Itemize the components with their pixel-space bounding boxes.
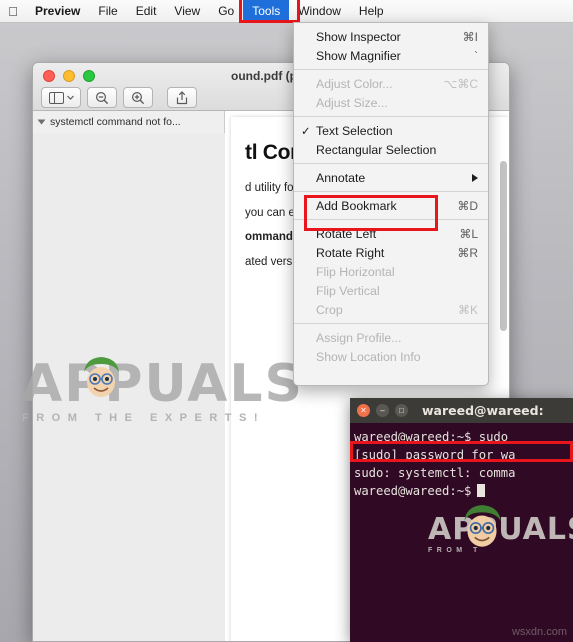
menu-item-show-magnifier[interactable]: Show Magnifier ` [294, 46, 488, 65]
zoom-out-button[interactable] [87, 87, 117, 108]
terminal-line-1: wareed@wareed:~$ sudo [354, 430, 509, 444]
terminal-line-4: wareed@wareed:~$ [354, 482, 573, 500]
menu-item-text-selection[interactable]: ✓ Text Selection [294, 121, 488, 140]
terminal-close-icon[interactable]: ✕ [357, 404, 370, 417]
submenu-arrow-icon [472, 173, 478, 182]
menu-item-label: Flip Horizontal [316, 264, 395, 279]
terminal-minimize-icon[interactable]: – [376, 404, 389, 417]
menu-edit[interactable]: Edit [127, 0, 166, 23]
menu-item-label: Flip Vertical [316, 283, 380, 298]
preview-sidebar: systemctl command not fo... Appuals.com [33, 111, 225, 133]
menu-separator [294, 163, 488, 164]
zoom-out-icon [95, 91, 109, 104]
menu-separator [294, 69, 488, 70]
terminal-window: ✕ – □ wareed@wareed: wareed@wareed:~$ su… [350, 398, 573, 642]
tools-dropdown-menu: Show Inspector ⌘I Show Magnifier ` Adjus… [293, 22, 489, 386]
terminal-mascot-icon [464, 505, 501, 547]
menu-item-label: Show Magnifier [316, 48, 401, 63]
terminal-prompt: wareed@wareed:~$ [354, 484, 472, 498]
terminal-title: wareed@wareed: [422, 403, 544, 418]
share-icon [176, 90, 188, 104]
screenshot-root:  Preview File Edit View Go Tools Window… [0, 0, 573, 642]
menu-item-crop: Crop ⌘K [294, 300, 488, 319]
menu-item-shortcut: ⌘L [459, 226, 478, 241]
menu-item-label: Annotate [316, 170, 366, 185]
menu-item-flip-vertical: Flip Vertical [294, 281, 488, 300]
menu-item-rotate-right[interactable]: Rotate Right ⌘R [294, 243, 488, 262]
terminal-cursor [477, 484, 486, 497]
menu-item-label: Rotate Right [316, 245, 385, 260]
chevron-down-icon [66, 95, 74, 100]
menu-item-assign-profile: Assign Profile... [294, 328, 488, 347]
preview-toolbar [41, 87, 197, 108]
sidebar-icon [48, 91, 64, 104]
menu-item-add-bookmark[interactable]: Add Bookmark ⌘D [294, 196, 488, 215]
menu-item-shortcut: ⌘R [457, 245, 478, 260]
menu-item-flip-horizontal: Flip Horizontal [294, 262, 488, 281]
menu-preview[interactable]: Preview [26, 0, 89, 23]
menu-item-label: Add Bookmark [316, 198, 397, 213]
sidebar-document-name: systemctl command not fo... [50, 116, 181, 128]
menu-item-shortcut: ⌘K [457, 302, 478, 317]
menu-window[interactable]: Window [289, 0, 350, 23]
menu-item-label: Show Location Info [316, 349, 421, 364]
terminal-maximize-icon[interactable]: □ [395, 404, 408, 417]
menu-item-shortcut: ⌘I [462, 29, 478, 44]
menu-item-shortcut: ⌘D [457, 198, 478, 213]
apple-menu-icon[interactable]:  [0, 4, 26, 19]
menu-separator [294, 323, 488, 324]
menu-item-label: Rotate Left [316, 226, 377, 241]
menu-view[interactable]: View [165, 0, 209, 23]
menu-help[interactable]: Help [350, 0, 393, 23]
document-scrollbar[interactable] [500, 161, 507, 331]
menu-item-label: Show Inspector [316, 29, 401, 44]
site-watermark: wsxdn.com [511, 626, 567, 638]
menu-item-adjust-color: Adjust Color... ⌥⌘C [294, 74, 488, 93]
terminal-title-bar[interactable]: ✕ – □ wareed@wareed: [350, 398, 573, 423]
menu-go[interactable]: Go [209, 0, 243, 23]
terminal-output[interactable]: wareed@wareed:~$ sudo [sudo] password fo… [350, 423, 573, 500]
menu-separator [294, 191, 488, 192]
zoom-in-button[interactable] [123, 87, 153, 108]
terminal-line-2: [sudo] password for wa [354, 448, 516, 462]
menu-separator [294, 116, 488, 117]
zoom-in-icon [131, 91, 145, 104]
menu-tools-wrapper: Tools [239, 0, 301, 23]
menu-item-label: Crop [316, 302, 343, 317]
sidebar-header[interactable]: systemctl command not fo... [33, 111, 224, 133]
menu-item-show-location-info: Show Location Info [294, 347, 488, 366]
menu-item-label: Text Selection [316, 123, 393, 138]
menu-tools[interactable]: Tools [243, 0, 290, 23]
disclosure-triangle-icon[interactable] [37, 119, 46, 125]
menu-item-label: Rectangular Selection [316, 142, 437, 157]
sidebar-view-button[interactable] [41, 87, 81, 108]
menu-item-show-inspector[interactable]: Show Inspector ⌘I [294, 27, 488, 46]
checkmark-icon: ✓ [301, 125, 311, 138]
terminal-line-3: sudo: systemctl: comma [354, 466, 516, 480]
menu-item-label: Adjust Color... [316, 76, 393, 91]
menu-item-label: Assign Profile... [316, 330, 402, 345]
menu-item-shortcut: ` [474, 48, 478, 63]
menu-separator [294, 219, 488, 220]
share-button[interactable] [167, 87, 197, 108]
menu-item-rectangular-selection[interactable]: Rectangular Selection [294, 140, 488, 159]
menu-item-label: Adjust Size... [316, 95, 388, 110]
menu-item-rotate-left[interactable]: Rotate Left ⌘L [294, 224, 488, 243]
menu-item-adjust-size: Adjust Size... [294, 93, 488, 112]
menu-item-annotate[interactable]: Annotate [294, 168, 488, 187]
menu-item-shortcut: ⌥⌘C [443, 76, 479, 91]
terminal-watermark: APPUALS FROM T [428, 505, 573, 592]
menu-file[interactable]: File [89, 0, 126, 23]
menu-bar:  Preview File Edit View Go Tools Window… [0, 0, 573, 23]
